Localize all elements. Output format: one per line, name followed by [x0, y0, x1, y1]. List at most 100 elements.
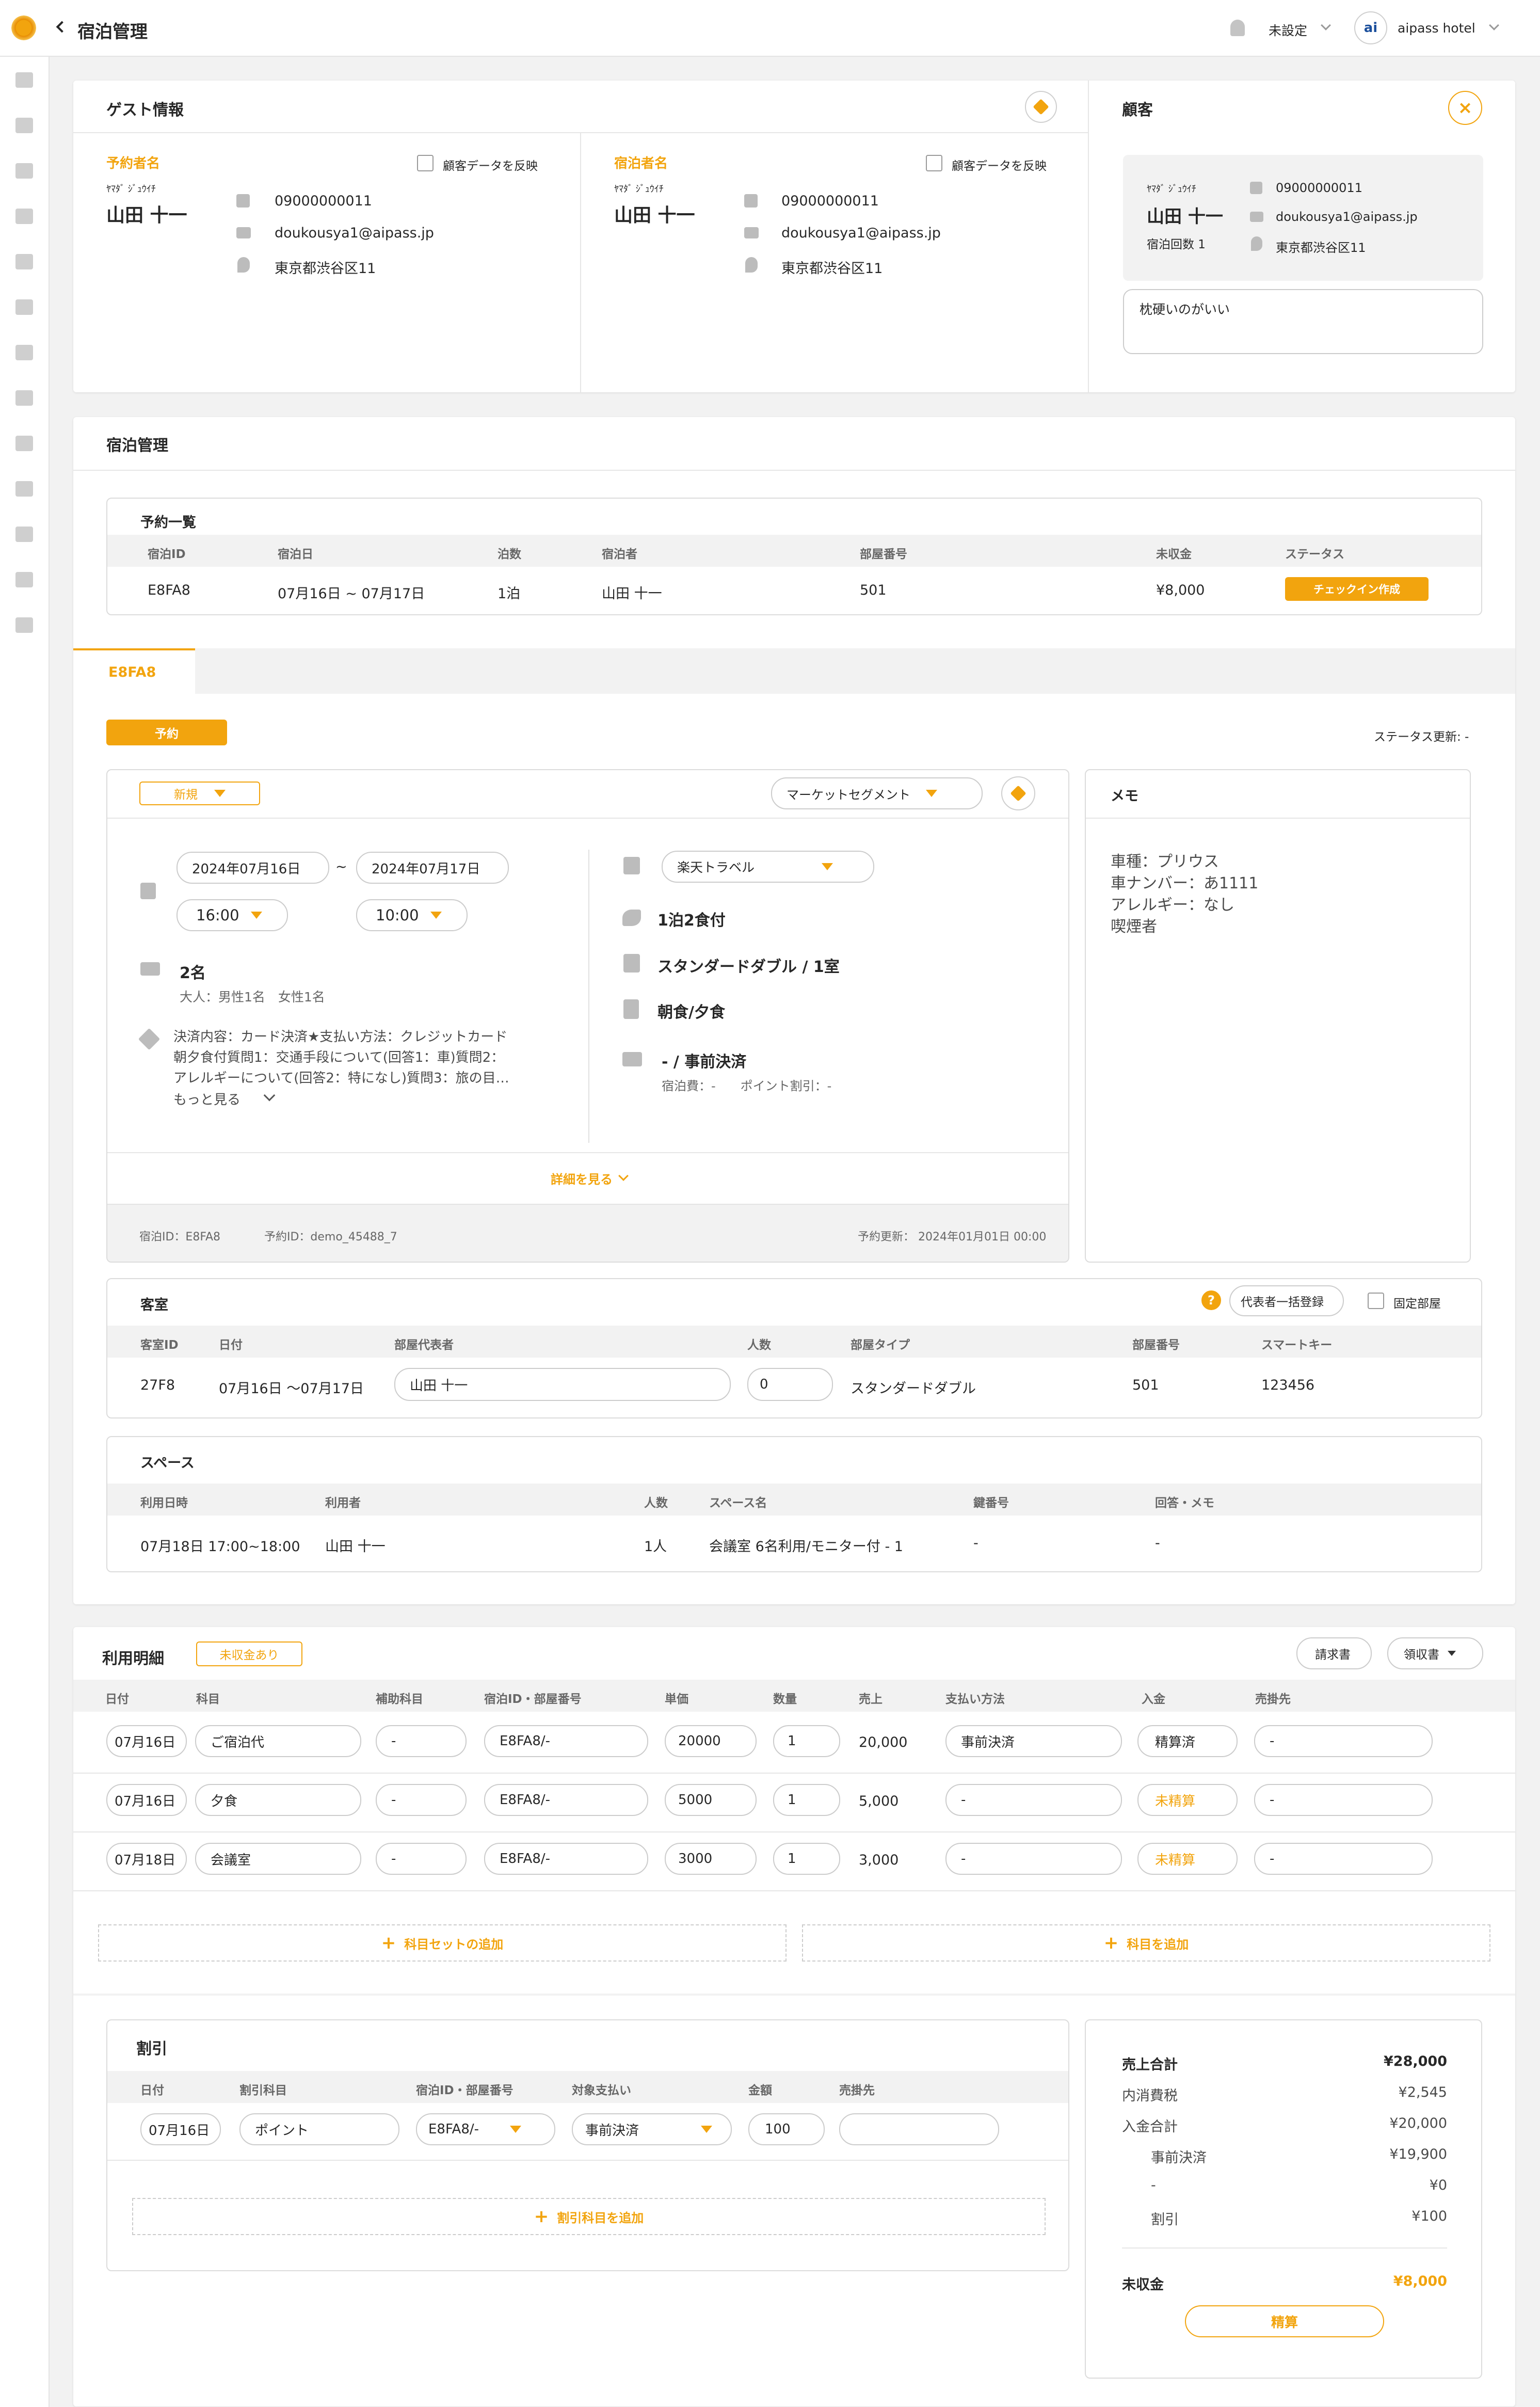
payment-method-select[interactable]: -	[945, 1784, 1122, 1816]
settle-button[interactable]: 精算	[1185, 2305, 1384, 2337]
discount-date-field[interactable]: 07月16日	[140, 2113, 221, 2145]
plus-icon: +	[534, 2206, 549, 2227]
payment-status-select[interactable]: 未精算	[1137, 1784, 1238, 1816]
unit-price-field[interactable]: 3000	[665, 1843, 757, 1875]
discount-stay-select[interactable]: E8FA8/-	[416, 2113, 555, 2145]
id-card-icon[interactable]	[15, 163, 33, 179]
clock-icon[interactable]	[15, 617, 33, 633]
chart-icon[interactable]	[15, 527, 33, 542]
notify-status[interactable]: 未設定	[1269, 21, 1307, 39]
cleaning-icon[interactable]	[15, 390, 33, 406]
stay-management-card: 宿泊管理 予約一覧 宿泊ID 宿泊日 泊数 宿泊者 部屋番号 未収金 ステータス…	[73, 417, 1515, 1604]
view-details-link[interactable]: 詳細を見る	[107, 1152, 1068, 1204]
unit-price-field[interactable]: 20000	[665, 1725, 757, 1757]
quantity-field[interactable]: 1	[773, 1843, 840, 1875]
payment-status-select[interactable]: 精算済	[1137, 1725, 1238, 1757]
stay-room-field[interactable]: E8FA8/-	[484, 1725, 648, 1757]
hotel-logo-icon[interactable]: ai	[1354, 11, 1387, 44]
receivable-select[interactable]: -	[1254, 1725, 1433, 1757]
date-field[interactable]: 07月16日	[106, 1725, 187, 1757]
megaphone-icon[interactable]	[15, 299, 33, 315]
mail-icon[interactable]	[15, 481, 33, 497]
add-item-set-button[interactable]: + 科目セットの追加	[98, 1924, 787, 1962]
customer-phone: 09000000011	[1276, 181, 1362, 195]
channel-select[interactable]: 楽天トラベル	[662, 851, 874, 883]
item-field[interactable]: ご宿泊代	[195, 1725, 361, 1757]
quantity-field[interactable]: 1	[773, 1725, 840, 1757]
discount-target-select[interactable]: 事前決済	[572, 2113, 732, 2145]
item-field[interactable]: 夕食	[195, 1784, 361, 1816]
close-customer-button[interactable]: ×	[1448, 91, 1482, 125]
create-checkin-button[interactable]: チェックイン作成	[1285, 577, 1429, 601]
discount-receivable-field[interactable]	[839, 2113, 999, 2145]
tab-strip	[73, 648, 1515, 694]
building-icon[interactable]	[15, 209, 33, 224]
receivable-select[interactable]: -	[1254, 1784, 1433, 1816]
room-type: スタンダードダブル	[851, 1381, 976, 1397]
market-segment-select[interactable]: マーケットセグメント	[771, 777, 983, 809]
status-badge[interactable]: 予約	[106, 720, 227, 745]
note-line: 朝夕食付質問1：交通手段について(回答1：車)質問2：	[173, 1050, 505, 1065]
reflect-checkbox[interactable]	[926, 155, 942, 171]
new-select[interactable]: 新規	[139, 782, 260, 805]
bell-icon[interactable]	[1230, 20, 1245, 36]
sub-item-field[interactable]: -	[376, 1725, 467, 1757]
booker-name: 山田 十一	[106, 205, 187, 226]
date-field[interactable]: 07月16日	[106, 1784, 187, 1816]
add-discount-button[interactable]: + 割引科目を追加	[132, 2198, 1046, 2235]
sub-item-field[interactable]: -	[376, 1843, 467, 1875]
bed-icon[interactable]	[15, 118, 33, 133]
room-guest-count-input[interactable]: 0	[747, 1368, 833, 1401]
edit-guest-button[interactable]	[1025, 91, 1057, 123]
discount-amount-field[interactable]: 100	[748, 2113, 825, 2145]
status-updated: ステータス更新: -	[1374, 730, 1469, 744]
chevron-down-icon[interactable]	[1321, 20, 1331, 30]
customer-note-field[interactable]: 枕硬いのがいい	[1123, 289, 1483, 354]
receipt-button[interactable]: 領収書	[1387, 1637, 1483, 1669]
add-item-button[interactable]: + 科目を追加	[802, 1924, 1490, 1962]
show-more-link[interactable]: もっと見る	[173, 1089, 240, 1108]
guest-info-card: ゲスト情報 予約者名 顧客データを反映 ﾔﾏﾀﾞ ｼﾞｭｳｲﾁ 山田 十一 09…	[73, 81, 1515, 392]
checkout-time-select[interactable]: 10:00	[356, 899, 468, 931]
unit-price-field[interactable]: 5000	[665, 1784, 757, 1816]
checkin-date-field[interactable]: 2024年07月16日	[177, 852, 329, 884]
cutlery-icon	[623, 999, 639, 1019]
invoice-button[interactable]: 請求書	[1296, 1637, 1372, 1669]
column-header: 日付	[105, 1693, 129, 1706]
back-chevron-icon[interactable]	[56, 21, 68, 33]
stay-room-field[interactable]: E8FA8/-	[484, 1784, 648, 1816]
chevron-down-icon[interactable]	[1489, 20, 1499, 30]
bulk-register-button[interactable]: 代表者一括登録	[1229, 1285, 1344, 1316]
dropdown-caret-icon	[214, 790, 226, 797]
dashboard-icon[interactable]	[15, 72, 33, 88]
help-icon[interactable]: ?	[1201, 1290, 1221, 1310]
tab-e8fa8[interactable]: E8FA8	[73, 648, 195, 694]
payment-method-select[interactable]: -	[945, 1843, 1122, 1875]
booking-id: 予約ID：demo_45488_7	[264, 1231, 397, 1244]
quantity-field[interactable]: 1	[773, 1784, 840, 1816]
checkin-time-select[interactable]: 16:00	[177, 899, 288, 931]
calculator-icon[interactable]	[15, 254, 33, 269]
discount-item-field[interactable]: ポイント	[239, 2113, 399, 2145]
chevron-down-icon[interactable]	[263, 1089, 276, 1102]
rooms-panel: 客室 ? 代表者一括登録 固定部屋 客室ID 日付 部屋代表者 人数 部屋タイプ…	[106, 1278, 1482, 1418]
list-icon[interactable]	[15, 436, 33, 451]
building-icon	[623, 954, 640, 973]
item-field[interactable]: 会議室	[195, 1843, 361, 1875]
payment-status-select[interactable]: 未精算	[1137, 1843, 1238, 1875]
payment-method-select[interactable]: 事前決済	[945, 1725, 1122, 1757]
hotel-name[interactable]: aipass hotel	[1398, 21, 1475, 36]
edit-reservation-button[interactable]	[1001, 776, 1035, 810]
room-representative-input[interactable]: 山田 十一	[394, 1368, 731, 1401]
reflect-checkbox[interactable]	[417, 155, 434, 171]
column-header: 利用日時	[140, 1496, 188, 1510]
fixed-room-checkbox[interactable]	[1368, 1293, 1384, 1309]
checkout-date-field[interactable]: 2024年07月17日	[356, 852, 509, 884]
news-icon[interactable]	[15, 572, 33, 587]
service-icon[interactable]	[15, 345, 33, 360]
date-field[interactable]: 07月18日	[106, 1843, 187, 1875]
sub-item-field[interactable]: -	[376, 1784, 467, 1816]
stay-room-field[interactable]: E8FA8/-	[484, 1843, 648, 1875]
app-logo-icon[interactable]	[11, 15, 36, 40]
receivable-select[interactable]: -	[1254, 1843, 1433, 1875]
